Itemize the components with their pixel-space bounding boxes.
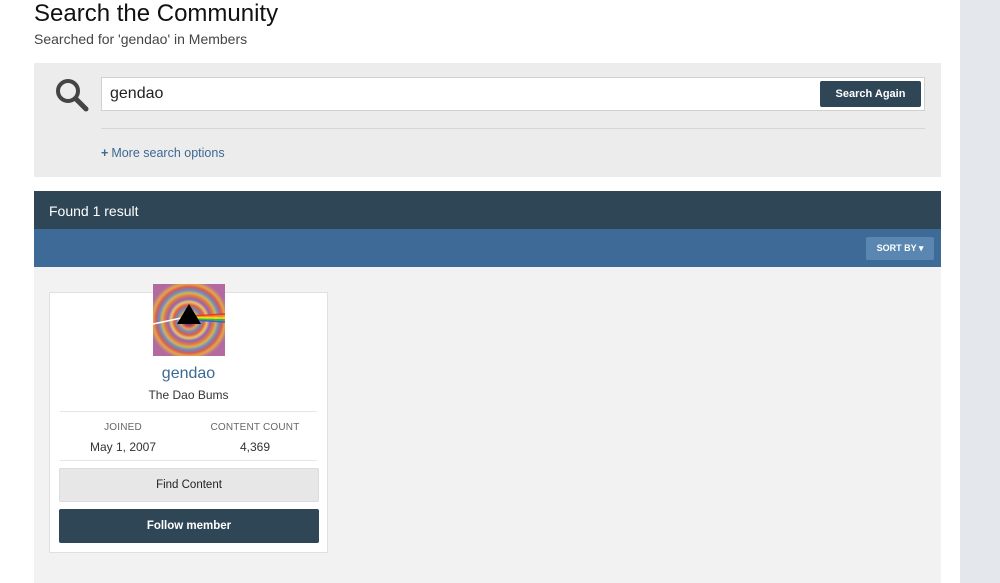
sort-bar: SORT BY ▾ [34, 229, 941, 267]
divider [101, 128, 925, 129]
content-count-value: 4,369 [239, 440, 271, 454]
page: Search the Community Searched for 'genda… [0, 0, 960, 583]
member-card: gendao The Dao Bums JOINED May 1, 2007 C… [49, 284, 328, 553]
follow-member-button[interactable]: Follow member [59, 509, 319, 543]
search-panel: Search Again +More search options [34, 63, 941, 177]
content-count-stat: CONTENT COUNT 4,369 [191, 422, 319, 454]
card-divider [60, 460, 317, 461]
joined-value: May 1, 2007 [89, 440, 157, 454]
results-count: Found 1 result [49, 203, 139, 219]
more-search-options-link[interactable]: + More search options [101, 146, 225, 160]
content-count-label: CONTENT COUNT [210, 422, 300, 433]
member-group: The Dao Bums [148, 388, 229, 402]
search-box: Search Again [101, 77, 925, 111]
results-list: gendao The Dao Bums JOINED May 1, 2007 C… [34, 267, 941, 583]
more-search-options-label: More search options [111, 146, 225, 160]
member-name-link[interactable]: gendao [50, 365, 327, 383]
joined-label: JOINED [104, 422, 142, 433]
prism-icon [153, 304, 225, 325]
search-input[interactable] [102, 78, 812, 110]
sort-by-button[interactable]: SORT BY ▾ [866, 237, 934, 260]
joined-stat: JOINED May 1, 2007 [59, 422, 187, 454]
page-title: Search the Community [34, 0, 279, 27]
card-divider [60, 411, 317, 412]
search-summary: Searched for 'gendao' in Members [34, 31, 248, 47]
search-icon [54, 77, 90, 113]
search-again-button[interactable]: Search Again [820, 81, 921, 107]
find-content-button[interactable]: Find Content [59, 468, 319, 502]
avatar[interactable] [153, 284, 225, 356]
results-header: Found 1 result [34, 191, 941, 229]
plus-icon: + [101, 146, 109, 160]
